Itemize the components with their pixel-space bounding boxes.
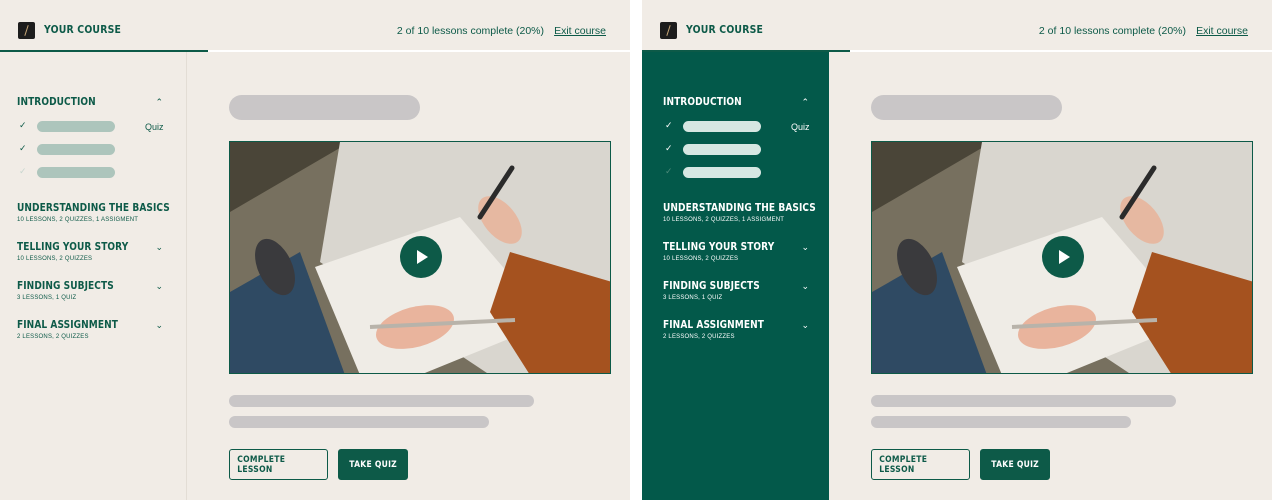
section-subtitle: 3 LESSONS, 1 QUIZ: [663, 295, 723, 301]
section-subtitle: 2 LESSONS, 2 QUIZZES: [663, 334, 735, 340]
take-quiz-button[interactable]: TAKE QUIZ: [338, 449, 408, 480]
section-introduction[interactable]: INTRODUCTION ⌃: [663, 95, 813, 108]
lesson-title-placeholder: [683, 144, 761, 155]
chevron-down-icon[interactable]: ⌄: [801, 242, 809, 253]
lesson-item[interactable]: ✓: [663, 166, 813, 179]
exit-course-link[interactable]: Exit course: [554, 25, 606, 37]
section-subtitle: 10 LESSONS, 2 QUIZZES, 1 ASSIGMENT: [17, 217, 139, 223]
course-view-default: YOUR COURSE 2 of 10 lessons complete (20…: [0, 0, 630, 500]
section-title: FINDING SUBJECTS: [663, 279, 760, 292]
complete-lesson-button[interactable]: COMPLETE LESSON: [871, 449, 970, 480]
check-icon: ✓: [665, 120, 673, 130]
section-understanding-the-basics[interactable]: UNDERSTANDING THE BASICS 10 LESSONS, 2 Q…: [17, 201, 170, 223]
course-logo-icon: [660, 22, 677, 39]
section-introduction[interactable]: INTRODUCTION ⌃: [17, 95, 167, 108]
section-telling-your-story[interactable]: TELLING YOUR STORY 10 LESSONS, 2 QUIZZES…: [663, 240, 813, 262]
text-placeholder: [871, 395, 1176, 407]
check-icon: ✓: [665, 143, 673, 153]
complete-lesson-button[interactable]: COMPLETE LESSON: [229, 449, 328, 480]
lesson-item[interactable]: ✓: [17, 143, 167, 156]
check-icon: ✓: [19, 143, 27, 153]
chevron-up-icon[interactable]: ⌃: [801, 97, 809, 108]
section-finding-subjects[interactable]: FINDING SUBJECTS 3 LESSONS, 1 QUIZ ⌄: [17, 279, 167, 301]
section-title: TELLING YOUR STORY: [663, 240, 775, 253]
chevron-down-icon[interactable]: ⌄: [801, 320, 809, 331]
chevron-up-icon[interactable]: ⌃: [155, 97, 163, 108]
section-final-assignment[interactable]: FINAL ASSIGNMENT 2 LESSONS, 2 QUIZZES ⌄: [17, 318, 167, 340]
section-subtitle: 3 LESSONS, 1 QUIZ: [17, 295, 77, 301]
check-icon: ✓: [19, 120, 27, 130]
section-telling-your-story[interactable]: TELLING YOUR STORY 10 LESSONS, 2 QUIZZES…: [17, 240, 167, 262]
section-title: FINDING SUBJECTS: [17, 279, 114, 292]
play-icon[interactable]: [1042, 236, 1084, 278]
lesson-item[interactable]: ✓: [17, 166, 167, 179]
lesson-item[interactable]: ✓ Quiz: [17, 120, 167, 133]
section-title: INTRODUCTION: [17, 95, 96, 108]
top-bar: YOUR COURSE 2 of 10 lessons complete (20…: [642, 0, 1272, 52]
section-finding-subjects[interactable]: FINDING SUBJECTS 3 LESSONS, 1 QUIZ ⌄: [663, 279, 813, 301]
check-icon: ✓: [19, 166, 27, 176]
section-final-assignment[interactable]: FINAL ASSIGNMENT 2 LESSONS, 2 QUIZZES ⌄: [663, 318, 813, 340]
section-subtitle: 10 LESSONS, 2 QUIZZES: [17, 256, 93, 262]
section-subtitle: 10 LESSONS, 2 QUIZZES: [663, 256, 739, 262]
video-player[interactable]: [871, 141, 1253, 374]
lesson-title-placeholder: [37, 144, 115, 155]
quiz-label: Quiz: [791, 122, 810, 132]
section-title: UNDERSTANDING THE BASICS: [663, 201, 816, 214]
section-title: FINAL ASSIGNMENT: [17, 318, 118, 331]
take-quiz-button[interactable]: TAKE QUIZ: [980, 449, 1050, 480]
section-understanding-the-basics[interactable]: UNDERSTANDING THE BASICS 10 LESSONS, 2 Q…: [663, 201, 816, 223]
lesson-item[interactable]: ✓ Quiz: [663, 120, 813, 133]
exit-course-link[interactable]: Exit course: [1196, 25, 1248, 37]
chevron-down-icon[interactable]: ⌄: [155, 242, 163, 253]
quiz-label: Quiz: [145, 122, 164, 132]
lesson-title-placeholder: [37, 121, 115, 132]
video-player[interactable]: [229, 141, 611, 374]
progress-text: 2 of 10 lessons complete (20%): [396, 25, 544, 37]
course-title: YOUR COURSE: [686, 23, 764, 36]
course-sidebar: [0, 52, 187, 500]
text-placeholder: [871, 416, 1131, 428]
course-logo-icon: [18, 22, 35, 39]
lesson-title-placeholder: [871, 95, 1062, 120]
lesson-title-placeholder: [229, 95, 420, 120]
course-title: YOUR COURSE: [44, 23, 122, 36]
section-title: UNDERSTANDING THE BASICS: [17, 201, 170, 214]
check-icon: ✓: [665, 166, 673, 176]
chevron-down-icon[interactable]: ⌄: [801, 281, 809, 292]
course-view-highlighted: YOUR COURSE 2 of 10 lessons complete (20…: [642, 0, 1272, 500]
lesson-title-placeholder: [683, 167, 761, 178]
chevron-down-icon[interactable]: ⌄: [155, 320, 163, 331]
text-placeholder: [229, 416, 489, 428]
lesson-title-placeholder: [683, 121, 761, 132]
text-placeholder: [229, 395, 534, 407]
section-subtitle: 2 LESSONS, 2 QUIZZES: [17, 334, 89, 340]
top-bar: YOUR COURSE 2 of 10 lessons complete (20…: [0, 0, 630, 52]
section-subtitle: 10 LESSONS, 2 QUIZZES, 1 ASSIGMENT: [663, 217, 785, 223]
play-icon[interactable]: [400, 236, 442, 278]
chevron-down-icon[interactable]: ⌄: [155, 281, 163, 292]
panel-divider: [630, 0, 642, 500]
section-title: TELLING YOUR STORY: [17, 240, 129, 253]
section-title: INTRODUCTION: [663, 95, 742, 108]
lesson-item[interactable]: ✓: [663, 143, 813, 156]
progress-text: 2 of 10 lessons complete (20%): [1038, 25, 1186, 37]
lesson-title-placeholder: [37, 167, 115, 178]
chevron-down-icon[interactable]: ⌄: [155, 203, 163, 214]
section-title: FINAL ASSIGNMENT: [663, 318, 764, 331]
chevron-down-icon[interactable]: ⌄: [801, 203, 809, 214]
